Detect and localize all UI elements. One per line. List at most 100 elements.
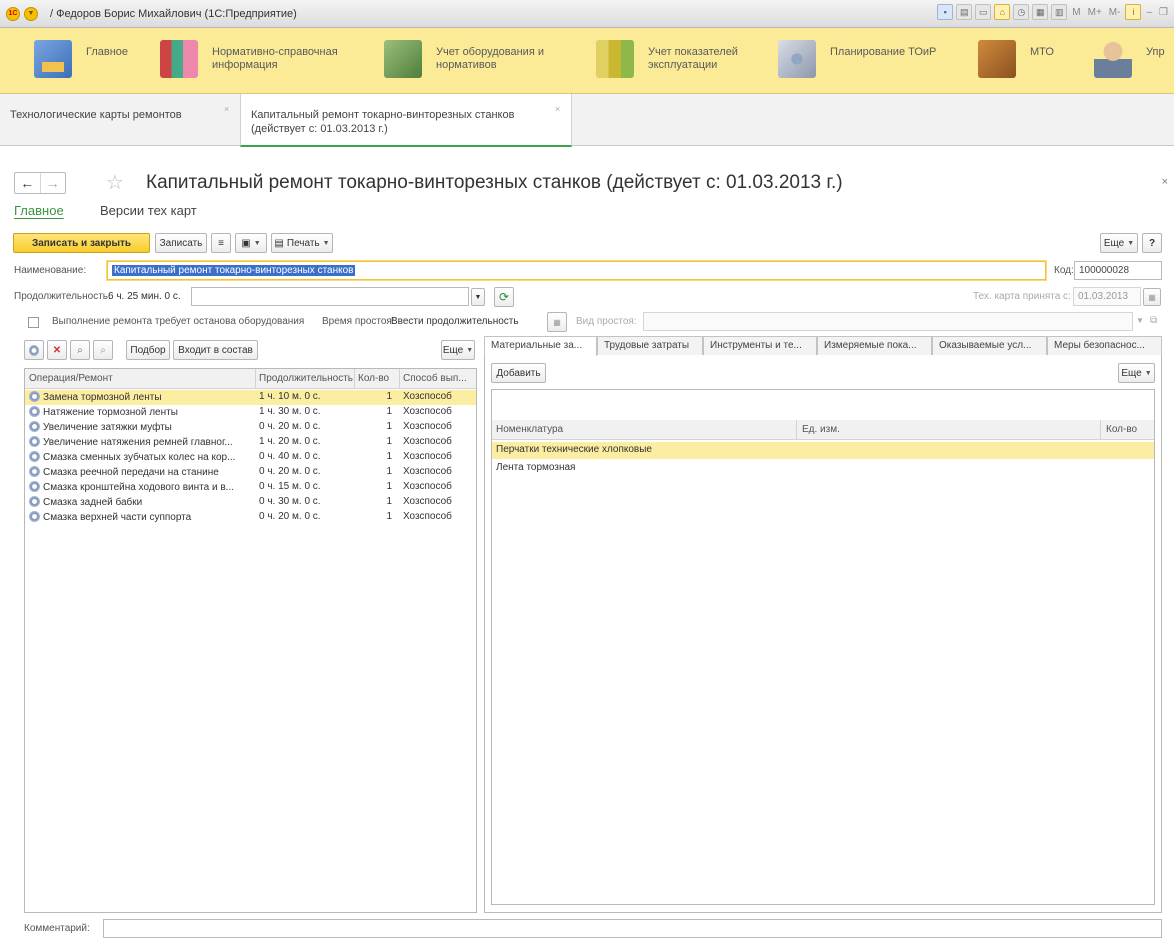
history-icon[interactable]: ◷ [1013,4,1030,20]
cell-duration: 0 ч. 20 м. 0 с. [259,421,321,432]
section-mto[interactable]: МТО [978,40,1054,84]
section-planning[interactable]: Планирование ТОиР [778,40,936,84]
nav-buttons: ← → [14,172,66,194]
minimize-icon[interactable]: – [1144,7,1154,18]
table-row[interactable]: Лента тормозная [492,460,1154,477]
duration-input[interactable] [191,287,469,306]
delete-icon[interactable]: ✕ [47,340,67,360]
memory-button[interactable]: M [1070,7,1082,18]
comment-input[interactable] [103,919,1162,938]
table-row[interactable]: Смазка реечной передачи на станине 0 ч. 2… [25,465,476,480]
table-row[interactable]: Смазка верхней части суппорта 0 ч. 20 м. … [25,510,476,525]
code-input[interactable]: 100000028 [1074,261,1162,280]
close-icon[interactable]: × [224,102,229,116]
table-row[interactable]: Увеличение затяжки муфты 0 ч. 20 м. 0 с. 1… [25,420,476,435]
name-label: Наименование: [14,265,87,276]
column-mat-qty[interactable]: Кол-во [1106,424,1137,435]
add-button[interactable]: Добавить [491,363,546,383]
pick-button[interactable]: Подбор [126,340,170,360]
cell-qty: 1 [386,451,392,462]
info-icon[interactable]: i [1125,4,1142,20]
part-of-button[interactable]: Входит в состав [173,340,258,360]
save-button[interactable]: Записать [155,233,207,253]
title-toolbar: ▪ ▤ ▭ ⌂ ◷ ▦ ▥ M M+ M- i – ❐ [937,4,1170,20]
cell-duration: 1 ч. 20 м. 0 с. [259,436,321,447]
section-management[interactable]: Упр [1094,40,1165,84]
tab-measured[interactable]: Измеряемые пока... [817,336,932,355]
column-nomenclature[interactable]: Номенклатура [496,424,563,435]
restore-icon[interactable]: ❐ [1157,7,1170,18]
print-icon[interactable]: ▤ [956,4,973,20]
section-main[interactable]: Главное [34,40,128,84]
downtime-edit-icon[interactable]: ▦ [547,312,567,332]
tab-labor[interactable]: Трудовые затраты [597,336,703,355]
form-close-icon[interactable]: × [1162,176,1168,188]
document-list-icon[interactable]: ≡ [211,233,231,253]
column-duration[interactable]: Продолжительность [259,373,353,384]
search-icon[interactable]: ⌕ [70,340,90,360]
column-unit[interactable]: Ед. изм. [802,424,840,435]
section-operations[interactable]: Учет показателей эксплуатации [596,40,768,84]
table-row[interactable]: Перчатки технические хлопковые [492,442,1154,459]
create-based-icon[interactable]: ▣ ▼ [235,233,267,253]
close-icon[interactable]: × [555,102,560,116]
table-row[interactable]: Увеличение натяжения ремней главног... 1 … [25,435,476,450]
duration-dropdown-icon[interactable]: ▼ [471,288,485,306]
help-button[interactable]: ? [1142,233,1162,253]
add-operation-icon[interactable] [24,340,44,360]
home-small-icon[interactable]: ⌂ [994,4,1011,20]
form-tab-versions[interactable]: Версии тех карт [100,203,197,218]
section-equipment[interactable]: Учет оборудования и нормативов [384,40,576,84]
name-input[interactable]: Капитальный ремонт токарно-винторезных с… [107,261,1046,280]
tab-safety[interactable]: Меры безопаснос... [1047,336,1162,355]
downtime-type-input[interactable] [643,312,1133,331]
memory-plus-button[interactable]: M+ [1086,7,1104,18]
right-more-button[interactable]: Еще ▼ [1118,363,1155,383]
cell-duration: 0 ч. 20 м. 0 с. [259,511,321,522]
more-button[interactable]: Еще ▼ [1100,233,1138,253]
column-qty[interactable]: Кол-во [358,373,389,384]
table-row[interactable]: Натяжение тормозной ленты 1 ч. 30 м. 0 с.… [25,405,476,420]
cell-qty: 1 [386,421,392,432]
open-tab-current[interactable]: Капитальный ремонт токарно-винторезных с… [240,94,572,147]
section-reference[interactable]: Нормативно-справочная информация [160,40,362,84]
star-icon[interactable]: ☆ [106,170,124,195]
accepted-date-input[interactable]: 01.03.2013 [1073,287,1141,306]
table-row[interactable]: Смазка кронштейна ходового винта и в... 0… [25,480,476,495]
left-more-button[interactable]: Еще ▼ [441,340,475,360]
clear-search-icon[interactable]: ⌕ [93,340,113,360]
calendar-icon[interactable]: ▥ [1051,4,1068,20]
downtime-type-open-icon[interactable]: ⧉ [1150,315,1157,326]
cell-operation: Смазка реечной передачи на станине [43,467,219,478]
calendar-picker-icon[interactable]: ▦ [1143,288,1161,306]
table-row[interactable]: Смазка задней бабки 0 ч. 30 м. 0 с. 1 Хозсп… [25,495,476,510]
column-method[interactable]: Способ вып... [403,373,475,384]
save-icon[interactable]: ▪ [937,4,954,20]
comment-label: Комментарий: [24,923,90,934]
downtime-type-dropdown-icon[interactable]: ▼ [1136,316,1144,325]
cell-duration: 1 ч. 30 м. 0 с. [259,406,321,417]
tab-materials[interactable]: Материальные за... [484,336,597,356]
materials-table: Номенклатура Ед. изм. Кол-во Перчатки те… [491,389,1155,905]
tab-services[interactable]: Оказываемые усл... [932,336,1047,355]
duration-label: Продолжительность: [14,291,111,302]
app-logo-icon[interactable]: 1C [6,6,20,21]
table-row[interactable]: Замена тормозной ленты 1 ч. 10 м. 0 с. 1 Хо… [25,390,476,405]
save-close-button[interactable]: Записать и закрыть [13,233,150,253]
stop-equipment-checkbox[interactable] [28,317,39,328]
table-row[interactable]: Смазка сменных зубчатых колес на кор... 0… [25,450,476,465]
memory-minus-button[interactable]: M- [1107,7,1123,18]
print-button[interactable]: ▤ Печать ▼ [271,233,333,253]
forward-arrow-icon[interactable]: → [39,173,66,193]
column-operation[interactable]: Операция/Ремонт [29,373,113,384]
code-label: Код: [1054,265,1074,276]
preview-icon[interactable]: ▭ [975,4,992,20]
refresh-icon[interactable]: ⟳ [494,287,514,307]
downtime-value[interactable]: Ввести продолжительность [391,316,519,327]
open-tab-tech-cards[interactable]: Технологические карты ремонтов × [0,94,240,146]
calculator-icon[interactable]: ▦ [1032,4,1049,20]
form-tab-main[interactable]: Главное [14,203,64,218]
back-arrow-icon[interactable]: ← [15,173,40,193]
tab-tools[interactable]: Инструменты и те... [703,336,817,355]
main-menu-icon[interactable]: ▼ [24,6,38,21]
